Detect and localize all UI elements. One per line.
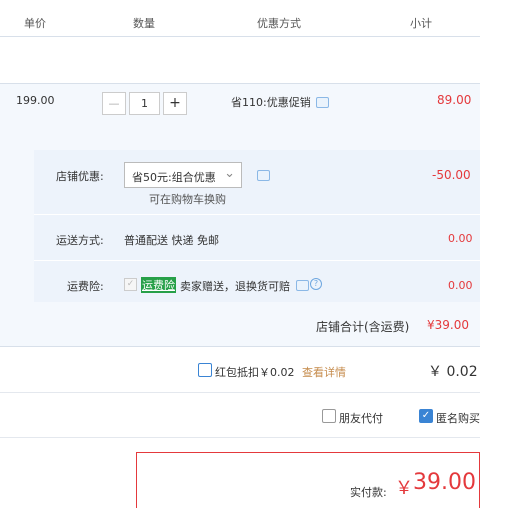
chevron-down-icon: ⌄ — [224, 166, 235, 181]
shop-total-value: ¥39.00 — [427, 318, 469, 332]
shop-discount-label: 店铺优惠: — [56, 170, 104, 183]
col-header-subtotal: 小计 — [410, 17, 432, 30]
redpacket-checkbox[interactable] — [198, 363, 212, 377]
redpacket-label: 红包抵扣￥0.02 — [215, 366, 295, 379]
col-header-promo: 优惠方式 — [257, 17, 301, 30]
anonymous-label: 匿名购买 — [436, 412, 480, 425]
shop-total-label: 店铺合计(含运费) — [316, 320, 410, 334]
item-price: 199.00 — [16, 94, 55, 107]
divider — [0, 392, 480, 393]
payment-summary: 实付款: ￥ 39.00 — [136, 452, 480, 508]
shop-discount-hint: 可在购物车换购 — [149, 193, 226, 206]
insurance-label: 运费险: — [67, 280, 104, 293]
insurance-amount: 0.00 — [448, 279, 473, 292]
shipping-label: 运送方式: — [56, 234, 104, 247]
payment-currency: ￥ — [395, 478, 413, 499]
shipping-amount: 0.00 — [448, 232, 473, 245]
insurance-text: 卖家赠送，退换货可赔 — [180, 280, 290, 293]
item-promo: 省110:优惠促销 — [231, 96, 311, 109]
qty-minus-button[interactable]: — — [102, 92, 126, 115]
anonymous-checkbox[interactable]: ✓ — [419, 409, 433, 423]
shop-discount-select[interactable]: 省50元:组合优惠 ⌄ — [124, 162, 242, 188]
message-icon[interactable] — [296, 280, 309, 291]
redpacket-details-link[interactable]: 查看详情 — [302, 364, 346, 380]
help-icon[interactable]: ? — [310, 278, 322, 290]
divider — [0, 437, 480, 438]
shop-discount-select-value: 省50元:组合优惠 — [132, 171, 216, 184]
item-subtotal: 89.00 — [437, 93, 472, 107]
col-header-price: 单价 — [24, 17, 46, 30]
message-icon[interactable] — [316, 97, 329, 108]
table-header: 单价 数量 优惠方式 小计 — [0, 0, 480, 37]
redpacket-amount: ￥ 0.02 — [428, 364, 478, 380]
shipping-value: 普通配送 快递 免邮 — [124, 234, 219, 247]
payment-label: 实付款: — [350, 486, 387, 499]
friend-pay-checkbox[interactable] — [322, 409, 336, 423]
col-header-qty: 数量 — [133, 17, 155, 30]
message-icon[interactable] — [257, 170, 270, 181]
divider — [34, 214, 480, 215]
friend-pay-label: 朋友代付 — [339, 412, 383, 425]
divider — [34, 260, 480, 261]
shop-discount-amount: -50.00 — [432, 168, 471, 182]
qty-input[interactable]: 1 — [129, 92, 160, 115]
payment-amount: 39.00 — [413, 470, 476, 495]
insurance-badge: 运费险 — [141, 277, 176, 293]
insurance-checkbox: ✓ — [124, 278, 137, 291]
qty-plus-button[interactable]: + — [163, 92, 187, 115]
